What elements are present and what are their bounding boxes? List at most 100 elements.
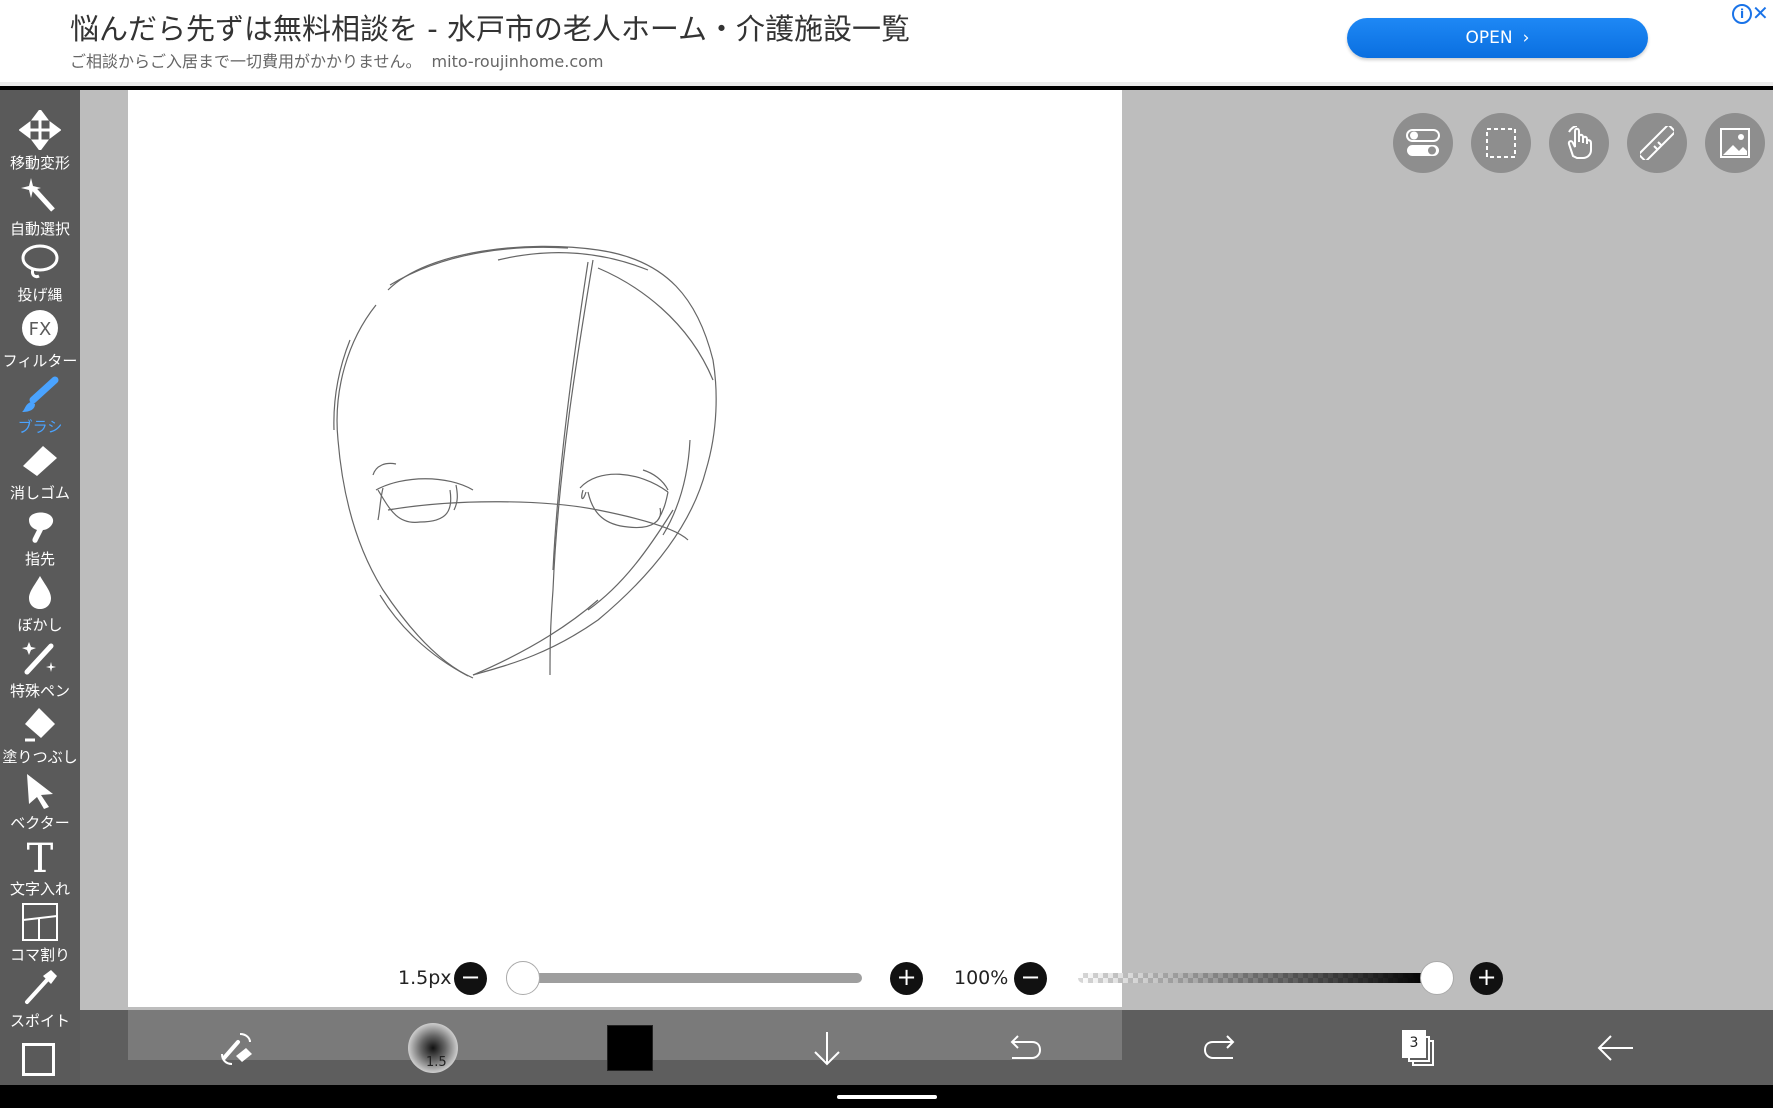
close-icon[interactable]: ✕ [1752,1,1769,25]
back-button[interactable] [1585,1018,1645,1078]
opacity-slider[interactable] [1078,973,1428,983]
tool-label: 文字入れ [9,880,70,898]
drawing-canvas[interactable] [128,90,1122,1007]
redo-button[interactable] [1191,1018,1251,1078]
layers-button[interactable]: 3 [1388,1018,1448,1078]
undo-icon [1010,1035,1042,1059]
magic-wand-icon [21,178,55,212]
blur-drop-icon [29,576,51,609]
swap-button[interactable] [206,1018,266,1078]
tool-text[interactable]: T 文字入れ [0,836,80,902]
home-indicator[interactable] [837,1095,937,1099]
ruler-button[interactable] [1627,113,1687,173]
face-sketch [333,245,717,679]
selection-button[interactable] [1471,113,1531,173]
tool-blur[interactable]: ぼかし [0,572,80,638]
tool-finger[interactable]: 指先 [0,506,80,572]
tool-label: 消しゴム [9,484,70,502]
image-icon [1720,128,1750,158]
tool-vector[interactable]: ベクター [0,770,80,836]
hand-icon [1567,126,1592,159]
color-swatch [607,1025,653,1071]
opacity-value: 100% [954,967,1009,989]
download-button[interactable] [797,1018,857,1078]
fx-icon: FX [22,310,58,346]
bucket-fill-icon [25,708,55,742]
layer-count: 3 [1409,1035,1419,1051]
info-icon[interactable]: i [1732,4,1752,24]
svg-text:FX: FX [29,319,52,340]
tool-filter[interactable]: FX フィルター [0,308,80,374]
text-icon: T [27,836,54,876]
brush-size-slider[interactable] [510,973,862,983]
ruler-icon [1640,126,1674,160]
bottom-toolbar: 1.5 3 [80,1010,1773,1085]
tool-label: コマ割り [9,946,70,964]
special-pen-icon [22,642,56,675]
brush-size-decrease-button[interactable]: − [454,962,487,995]
tool-label: 移動変形 [9,154,70,172]
eraser-icon [23,446,57,476]
color-button[interactable] [600,1018,660,1078]
tool-label: 指先 [24,550,55,568]
ad-subtitle-text: ご相談からご入居まで一切費用がかかりません。 [70,52,422,71]
tool-eraser[interactable]: 消しゴム [0,440,80,506]
tool-special-pen[interactable]: 特殊ペン [0,638,80,704]
brush-size-slider-handle[interactable] [506,961,540,995]
tool-magic-wand[interactable]: 自動選択 [0,176,80,242]
tool-brush[interactable]: ブラシ [0,374,80,440]
workspace[interactable]: 移動変形 自動選択 投げ縄 FX フィルター ブラシ 消しゴム 指先 ぼかし 特… [0,90,1773,1085]
tool-bucket-fill[interactable]: 塗りつぶし [0,704,80,770]
ad-url[interactable]: mito-roujinhome.com [432,52,604,71]
tool-label: フィルター [2,352,78,370]
back-arrow-icon [1597,1035,1633,1061]
finger-icon [29,512,54,543]
layers-icon: 3 [1398,1028,1438,1068]
tool-label: スポイト [9,1012,70,1030]
ad-banner[interactable]: 悩んだら先ずは無料相談を - 水戸市の老人ホーム・介護施設一覧 ご相談からご入居… [0,0,1773,86]
tool-move-transform[interactable]: 移動変形 [0,110,80,176]
tool-label: 特殊ペン [9,682,70,700]
tool-label: 塗りつぶし [2,748,78,766]
brush-preview-size: 1.5 [426,1055,447,1070]
chevron-right-icon: › [1522,28,1530,48]
toggle-button[interactable] [1393,113,1453,173]
swap-icon [221,1033,252,1065]
ad-subtitle: ご相談からご入居まで一切費用がかかりません。 mito-roujinhome.co… [70,48,604,72]
tool-label: ぼかし [17,616,63,634]
redo-icon [1203,1035,1235,1059]
brush-size-value: 1.5px [398,967,452,989]
ad-title[interactable]: 悩んだら先ずは無料相談を - 水戸市の老人ホーム・介護施設一覧 [70,6,910,48]
hand-button[interactable] [1549,113,1609,173]
tool-eyedropper[interactable]: スポイト [0,968,80,1034]
image-button[interactable] [1705,113,1765,173]
square-tool-icon[interactable] [22,1043,55,1076]
tool-label: ベクター [10,814,70,832]
brush-icon [22,376,59,412]
ad-open-label: OPEN [1465,28,1513,48]
tool-lasso[interactable]: 投げ縄 [0,242,80,308]
brush-preview-button[interactable]: 1.5 [403,1018,463,1078]
download-arrow-icon [814,1032,840,1066]
tool-label: ブラシ [17,418,63,436]
vector-arrow-icon [27,774,53,809]
left-toolbar: 移動変形 自動選択 投げ縄 FX フィルター ブラシ 消しゴム 指先 ぼかし 特… [0,90,80,1085]
system-nav-bar [0,1085,1773,1108]
lasso-icon [21,244,59,279]
opacity-slider-handle[interactable] [1420,961,1454,995]
tool-label: 自動選択 [9,220,70,238]
ad-open-button[interactable]: OPEN › [1347,18,1648,58]
svg-text:T: T [27,836,54,876]
eyedropper-icon [25,970,57,1004]
opacity-decrease-button[interactable]: − [1014,962,1047,995]
brush-preview: 1.5 [408,1023,458,1073]
brush-size-increase-button[interactable]: + [890,962,923,995]
panel-split-icon [22,903,58,941]
opacity-increase-button[interactable]: + [1470,962,1503,995]
toggle-icon [1406,129,1440,156]
tool-panel-split[interactable]: コマ割り [0,902,80,968]
tool-label: 投げ縄 [17,286,63,304]
selection-icon [1486,128,1516,158]
move-transform-icon [19,110,61,150]
undo-button[interactable] [994,1018,1054,1078]
